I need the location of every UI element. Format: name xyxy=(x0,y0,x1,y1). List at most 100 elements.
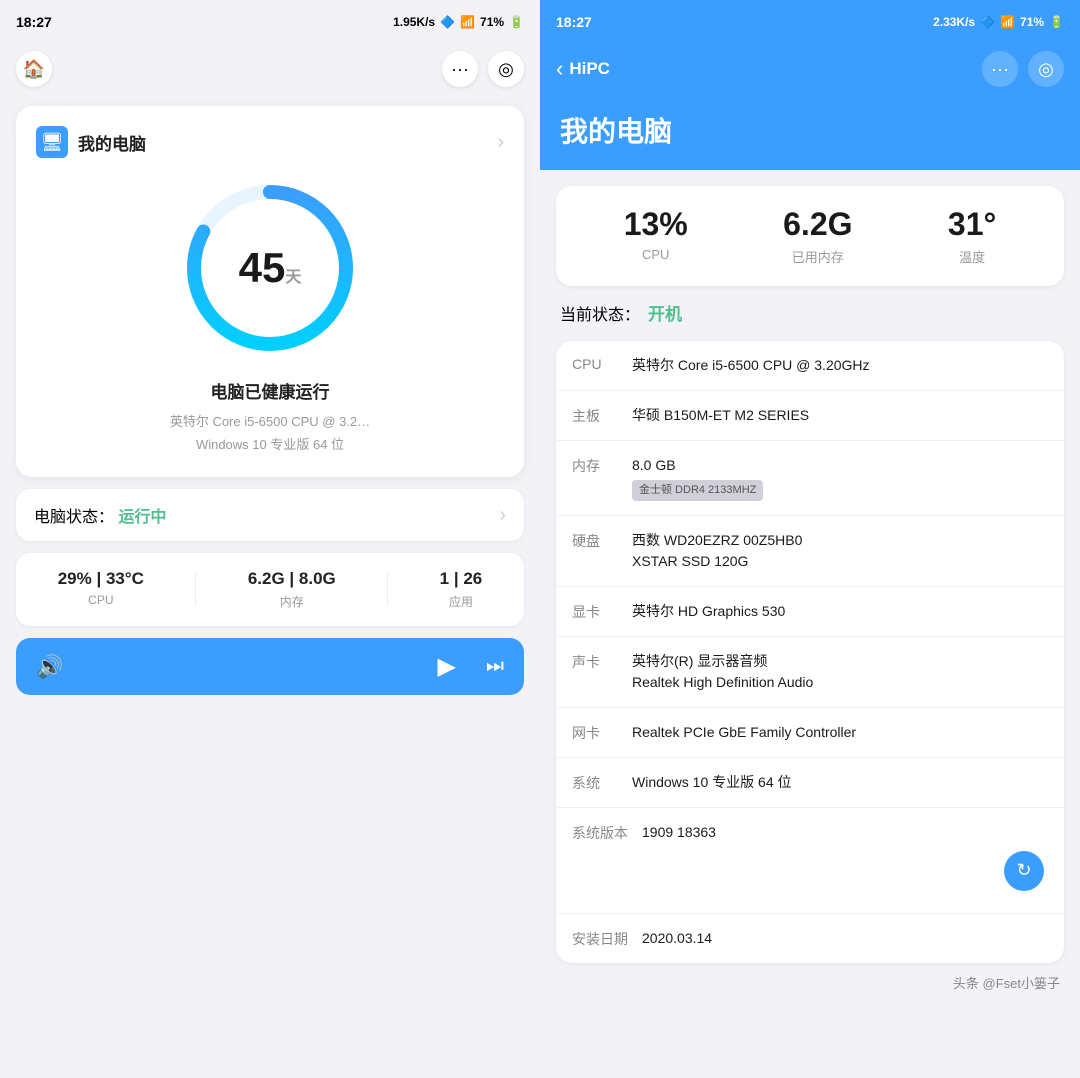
right-page-title: 我的电脑 xyxy=(540,94,1080,170)
gauge-center: 45天 xyxy=(239,247,302,289)
right-nav-right: ··· ◎ xyxy=(982,51,1064,87)
home-button[interactable]: 🏠 xyxy=(16,51,52,87)
back-button[interactable]: ‹ HiPC xyxy=(556,56,610,82)
info-val-os-version: 1909 18363 ↻ xyxy=(642,822,1048,899)
health-text: 电脑已健康运行 xyxy=(36,378,504,403)
table-row-os: 系统 Windows 10 专业版 64 位 xyxy=(556,758,1064,808)
info-key-network: 网卡 xyxy=(572,722,632,743)
table-row-soundcard: 声卡 英特尔(R) 显示器音频Realtek High Definition A… xyxy=(556,637,1064,708)
right-battery: 71% xyxy=(1020,15,1044,29)
right-target-button[interactable]: ◎ xyxy=(1028,51,1064,87)
stat-cpu: 13% CPU xyxy=(624,206,688,266)
divider-1 xyxy=(195,573,196,606)
skip-button[interactable]: ⏭ xyxy=(486,655,504,678)
right-status-bar: 18:27 2.33K/s 🔷 📶 71% 🔋 xyxy=(540,0,1080,44)
info-key-motherboard: 主板 xyxy=(572,405,632,426)
divider-2 xyxy=(387,573,388,606)
status-row-label: 电脑状态： xyxy=(34,509,114,526)
stat-cpu-value: 13% xyxy=(624,206,688,243)
battery-icon: 🔋 xyxy=(509,15,524,29)
card-header: 🖥 我的电脑 › xyxy=(36,126,504,158)
play-button[interactable]: ▶ xyxy=(438,652,456,681)
right-status-icons: 2.33K/s 🔷 📶 71% 🔋 xyxy=(933,15,1064,29)
status-row-label-group: 电脑状态： 运行中 xyxy=(34,503,166,527)
metric-memory-value: 6.2G | 8.0G xyxy=(248,569,336,589)
memory-badge: 金士顿 DDR4 2133MHZ xyxy=(632,480,763,501)
table-row-cpu: CPU 英特尔 Core i5-6500 CPU @ 3.20GHz xyxy=(556,341,1064,391)
table-row-os-version: 系统版本 1909 18363 ↻ xyxy=(556,808,1064,914)
left-status-icons: 1.95K/s 🔷 📶 71% 🔋 xyxy=(393,15,524,29)
os-info: Windows 10 专业版 64 位 xyxy=(36,434,504,453)
info-key-os-version: 系统版本 xyxy=(572,822,642,843)
metric-apps-value: 1 | 26 xyxy=(440,569,483,589)
back-icon: ‹ xyxy=(556,56,563,82)
gauge-container: 45天 xyxy=(36,178,504,358)
stat-memory: 6.2G 已用内存 xyxy=(783,206,852,266)
left-status-bar: 18:27 1.95K/s 🔷 📶 71% 🔋 xyxy=(0,0,540,44)
left-time: 18:27 xyxy=(16,14,52,30)
info-val-gpu: 英特尔 HD Graphics 530 xyxy=(632,601,1048,622)
table-row-install-date: 安装日期 2020.03.14 xyxy=(556,914,1064,963)
gauge-wrap: 45天 xyxy=(180,178,360,358)
info-val-soundcard: 英特尔(R) 显示器音频Realtek High Definition Audi… xyxy=(632,651,1048,693)
table-row-network: 网卡 Realtek PCIe GbE Family Controller xyxy=(556,708,1064,758)
table-row-motherboard: 主板 华硕 B150M-ET M2 SERIES xyxy=(556,391,1064,441)
refresh-button[interactable]: ↻ xyxy=(1004,851,1044,891)
right-more-button[interactable]: ··· xyxy=(982,51,1018,87)
info-key-os: 系统 xyxy=(572,772,632,793)
info-val-cpu: 英特尔 Core i5-6500 CPU @ 3.20GHz xyxy=(632,355,1048,376)
card-title: 我的电脑 xyxy=(78,130,146,155)
metric-memory: 6.2G | 8.0G 内存 xyxy=(248,569,336,610)
info-table: CPU 英特尔 Core i5-6500 CPU @ 3.20GHz 主板 华硕… xyxy=(556,341,1064,963)
back-label: HiPC xyxy=(569,59,610,79)
metric-cpu-value: 29% | 33°C xyxy=(58,569,144,589)
right-speed: 2.33K/s xyxy=(933,15,975,29)
info-key-soundcard: 声卡 xyxy=(572,651,632,672)
status-row[interactable]: 电脑状态： 运行中 › xyxy=(16,489,524,541)
stat-temp-label: 温度 xyxy=(948,247,996,266)
left-speed: 1.95K/s xyxy=(393,15,435,29)
volume-icon[interactable]: 🔊 xyxy=(36,654,63,680)
right-time: 18:27 xyxy=(556,14,592,30)
signal-icon: 📶 xyxy=(460,15,475,29)
main-card: 🖥 我的电脑 › xyxy=(16,106,524,477)
card-chevron-icon[interactable]: › xyxy=(497,131,504,154)
metric-apps-label: 应用 xyxy=(440,593,483,610)
info-key-gpu: 显卡 xyxy=(572,601,632,622)
metric-memory-label: 内存 xyxy=(248,593,336,610)
right-bluetooth-icon: 🔷 xyxy=(980,15,995,29)
more-button[interactable]: ··· xyxy=(442,51,478,87)
card-title-row: 🖥 我的电脑 xyxy=(36,126,146,158)
home-icon: 🏠 xyxy=(23,59,45,80)
table-row-disk: 硬盘 西数 WD20EZRZ 00Z5HB0XSTAR SSD 120G xyxy=(556,516,1064,587)
watermark: 头条 @Fset小篓子 xyxy=(556,963,1064,1002)
nav-right-buttons: ··· ◎ xyxy=(442,51,524,87)
status-row-value: 运行中 xyxy=(118,509,166,526)
bluetooth-icon: 🔷 xyxy=(440,15,455,29)
metric-apps: 1 | 26 应用 xyxy=(440,569,483,610)
info-key-memory: 内存 xyxy=(572,455,632,476)
monitor-icon: 🖥 xyxy=(36,126,68,158)
left-battery: 71% xyxy=(480,15,504,29)
info-key-cpu: CPU xyxy=(572,355,632,372)
info-val-os: Windows 10 专业版 64 位 xyxy=(632,772,1048,793)
current-status-row: 当前状态： 开机 xyxy=(556,300,1064,325)
stats-row: 13% CPU 6.2G 已用内存 31° 温度 xyxy=(576,206,1044,266)
stat-memory-label: 已用内存 xyxy=(783,247,852,266)
stat-temp-value: 31° xyxy=(948,206,996,243)
cpu-info: 英特尔 Core i5-6500 CPU @ 3.2… xyxy=(36,411,504,430)
left-panel: 18:27 1.95K/s 🔷 📶 71% 🔋 🏠 ··· ◎ 🖥 我的电 xyxy=(0,0,540,1078)
target-button[interactable]: ◎ xyxy=(488,51,524,87)
refresh-icon: ↻ xyxy=(1016,857,1031,884)
gauge-number: 45天 xyxy=(239,247,302,289)
target-icon: ◎ xyxy=(498,59,514,80)
stat-temp: 31° 温度 xyxy=(948,206,996,266)
info-val-disk: 西数 WD20EZRZ 00Z5HB0XSTAR SSD 120G xyxy=(632,530,1048,572)
right-top-nav: ‹ HiPC ··· ◎ xyxy=(540,44,1080,94)
status-chevron-icon: › xyxy=(499,504,506,527)
stat-memory-value: 6.2G xyxy=(783,206,852,243)
player-controls: ▶ ⏭ xyxy=(438,652,504,681)
info-val-network: Realtek PCIe GbE Family Controller xyxy=(632,722,1048,743)
more-icon: ··· xyxy=(451,59,469,80)
stat-cpu-label: CPU xyxy=(624,247,688,262)
